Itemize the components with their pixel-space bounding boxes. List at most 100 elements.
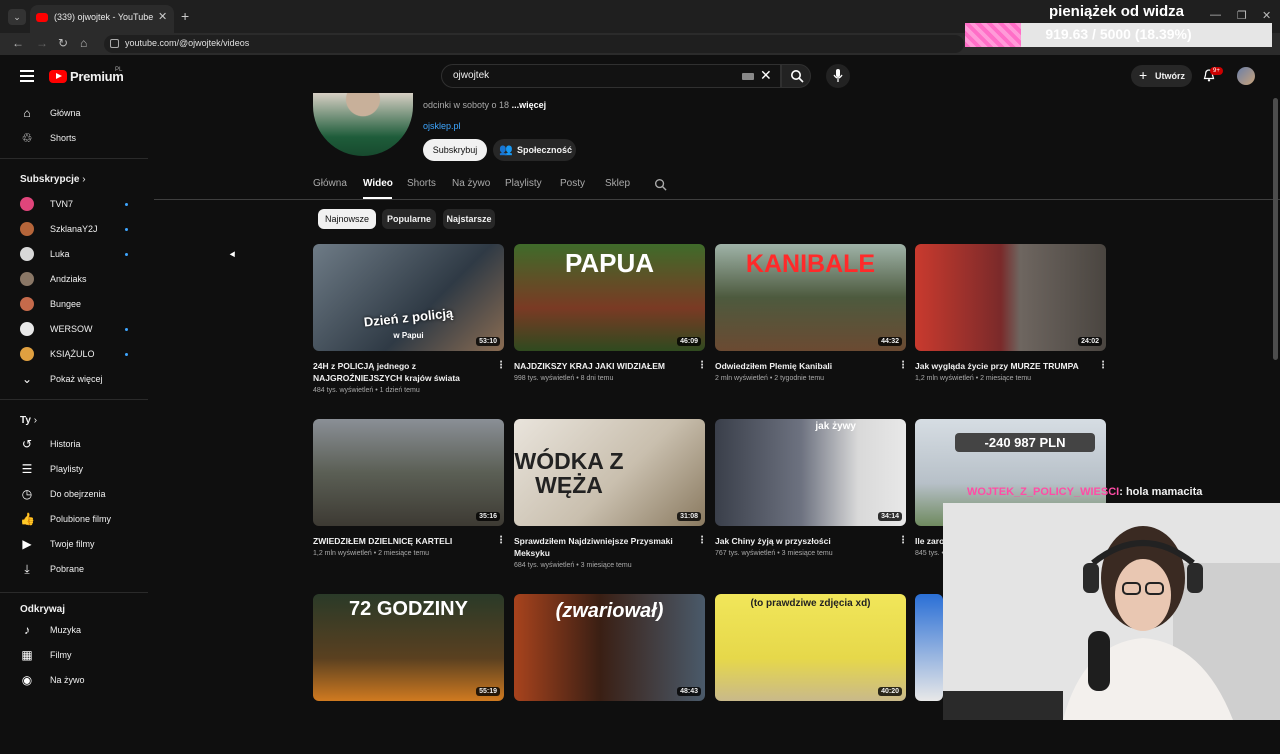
tab-search-icon[interactable]: ⌄ — [8, 9, 26, 25]
site-info-icon[interactable] — [110, 39, 119, 48]
video-thumbnail[interactable]: 72 GODZINY 55:19 — [313, 594, 504, 701]
filter-chip[interactable]: Popularne — [382, 209, 436, 229]
video-title[interactable]: NAJDZIKSZY KRAJ JAKI WIDZIAŁEM — [514, 360, 694, 372]
account-avatar[interactable] — [1237, 67, 1255, 85]
show-more-button[interactable]: ⌄ Pokaż więcej — [20, 370, 140, 390]
channel-tab[interactable]: Playlisty — [505, 178, 542, 189]
voice-search-button[interactable] — [826, 64, 850, 88]
new-tab-icon[interactable]: + — [181, 8, 189, 24]
video-thumbnail[interactable]: (zwariował) 48:43 — [514, 594, 705, 701]
video-thumbnail[interactable]: KANIBALE 44:32 — [715, 244, 906, 351]
home-button-icon[interactable]: ⌂ — [80, 36, 87, 50]
video-card[interactable]: (zwariował) 48:43 — [514, 594, 709, 754]
search-input[interactable]: ojwojtek ✕ — [441, 64, 781, 88]
reload-icon[interactable]: ↻ — [58, 36, 68, 50]
video-title[interactable]: 24H z POLICJĄ jednego z NAJGROŹNIEJSZYCH… — [313, 360, 493, 384]
page-scrollbar[interactable] — [1273, 98, 1278, 360]
omnibox[interactable]: youtube.com/@ojwojtek/videos — [104, 35, 964, 53]
sidebar-item-explore-1[interactable]: ▦ Filmy — [20, 646, 140, 666]
video-more-icon[interactable]: ⋮ — [496, 360, 506, 371]
channel-link[interactable]: ojsklep.pl — [423, 121, 461, 131]
sidebar-item-you-1[interactable]: ☰ Playlisty — [20, 460, 140, 480]
more-link[interactable]: ...więcej — [512, 100, 547, 110]
video-more-icon[interactable]: ⋮ — [898, 535, 908, 546]
sidebar-item-explore-0[interactable]: ♪ Muzyka — [20, 621, 140, 641]
channel-search-icon[interactable] — [654, 178, 667, 191]
minimize-icon[interactable]: — — [1210, 9, 1221, 21]
video-card[interactable]: 35:16 ZWIEDZIŁEM DZIELNICĘ KARTELI ⋮ 1,2 ml… — [313, 419, 508, 579]
video-more-icon[interactable]: ⋮ — [898, 360, 908, 371]
subscription-item[interactable]: KSIĄŻULO — [20, 345, 140, 365]
channel-tab[interactable]: Główna — [313, 178, 347, 189]
subscribe-button[interactable]: Subskrybuj — [423, 139, 487, 161]
video-thumbnail[interactable]: 24:02 — [915, 244, 1106, 351]
channel-tab[interactable]: Wideo — [363, 178, 393, 189]
shorts-icon: ♲ — [21, 131, 33, 145]
subscription-item[interactable]: WERSOW — [20, 320, 140, 340]
community-button[interactable]: 👥 Społeczność — [493, 139, 576, 161]
video-title[interactable]: Sprawdziłem Najdziwniejsze Przysmaki Mek… — [514, 535, 694, 559]
subscriptions-heading[interactable]: Subskrypcje › — [20, 174, 86, 185]
search-button[interactable] — [781, 64, 811, 88]
channel-tab[interactable]: Shorts — [407, 178, 436, 189]
keyboard-icon[interactable] — [742, 73, 754, 80]
video-title[interactable]: Jak wygląda życie przy MURZE TRUMPA — [915, 360, 1095, 372]
filter-chip[interactable]: Najstarsze — [443, 209, 495, 229]
channel-tab[interactable]: Posty — [560, 178, 585, 189]
video-card[interactable]: 72 GODZINY 55:19 — [313, 594, 508, 754]
video-thumbnail[interactable]: WÓDKA Z WĘŻA 31:08 — [514, 419, 705, 526]
filter-chip[interactable]: Najnowsze — [318, 209, 376, 229]
subscription-item[interactable]: TVN7 — [20, 195, 140, 215]
video-card[interactable]: 24:02 Jak wygląda życie przy MURZE TRUMPA… — [915, 244, 1110, 404]
channel-description[interactable]: odcinki w soboty o 18 ...więcej — [423, 100, 546, 110]
video-thumbnail[interactable] — [915, 594, 943, 701]
forward-icon[interactable]: → — [36, 36, 48, 50]
channel-tab[interactable]: Na żywo — [452, 178, 490, 189]
menu-icon[interactable] — [20, 70, 34, 85]
sidebar-item-explore-2[interactable]: ◉ Na żywo — [20, 671, 140, 691]
subscription-item[interactable]: Bungee — [20, 295, 140, 315]
sidebar-item-you-2[interactable]: ◷ Do obejrzenia — [20, 485, 140, 505]
subscription-item[interactable]: SzklanaY2J — [20, 220, 140, 240]
subscription-item[interactable]: Luka — [20, 245, 140, 265]
video-title[interactable]: ZWIEDZIŁEM DZIELNICĘ KARTELI — [313, 535, 493, 547]
thumbnail-text: PAPUA — [564, 248, 655, 278]
video-thumbnail[interactable]: (to prawdziwe zdjęcia xd) 40:20 — [715, 594, 906, 701]
browser-tab[interactable]: (339) ojwojtek - YouTube ✕ — [30, 5, 174, 33]
video-more-icon[interactable]: ⋮ — [697, 360, 707, 371]
subscription-item[interactable]: Andziaks — [20, 270, 140, 290]
sidebar-item-you-0[interactable]: ↺ Historia — [20, 435, 140, 455]
video-title[interactable]: Jak Chiny żyją w przyszłości — [715, 535, 895, 547]
video-title[interactable]: Odwiedziłem Plemię Kanibali — [715, 360, 895, 372]
subscription-name: Luka — [50, 249, 70, 259]
channel-avatar[interactable] — [313, 93, 413, 156]
sidebar-item-main-1[interactable]: ♲ Shorts — [20, 129, 140, 149]
channel-avatar-icon — [20, 347, 34, 361]
create-button[interactable]: + Utwórz — [1131, 65, 1192, 87]
video-card[interactable]: Dzień z policją w Papui 53:10 24H z POLICJĄ… — [313, 244, 508, 404]
sidebar-item-you-5[interactable]: ⤓ Pobrane — [20, 560, 140, 580]
maximize-icon[interactable]: ❐ — [1237, 9, 1247, 22]
video-thumbnail[interactable]: Dzień z policją w Papui 53:10 — [313, 244, 504, 351]
back-icon[interactable]: ← — [12, 36, 24, 50]
sidebar-item-you-4[interactable]: ▶ Twoje filmy — [20, 535, 140, 555]
channel-tab[interactable]: Sklep — [605, 178, 630, 189]
video-card[interactable]: WÓDKA Z WĘŻA 31:08 Sprawdziłem Najdziwniej… — [514, 419, 709, 579]
video-more-icon[interactable]: ⋮ — [697, 535, 707, 546]
close-window-icon[interactable]: ✕ — [1262, 9, 1271, 22]
video-more-icon[interactable]: ⋮ — [1098, 360, 1108, 371]
sidebar-item-main-0[interactable]: ⌂ Główna — [20, 104, 140, 124]
video-card[interactable]: KANIBALE 44:32 Odwiedziłem Plemię Kanibali… — [715, 244, 910, 404]
video-card[interactable]: (to prawdziwe zdjęcia xd) 40:20 — [715, 594, 910, 754]
video-thumbnail[interactable]: 35:16 — [313, 419, 504, 526]
video-card[interactable]: jak żywy 34:14 Jak Chiny żyją w przyszłośc… — [715, 419, 910, 579]
video-views: 767 tys. wyświetleń — [715, 550, 776, 557]
you-heading[interactable]: Ty › — [20, 415, 37, 426]
video-more-icon[interactable]: ⋮ — [496, 535, 506, 546]
video-card[interactable]: PAPUA 46:09 NAJDZIKSZY KRAJ JAKI WIDZIAŁEM… — [514, 244, 709, 404]
video-thumbnail[interactable]: jak żywy 34:14 — [715, 419, 906, 526]
clear-search-icon[interactable]: ✕ — [760, 67, 772, 84]
video-thumbnail[interactable]: PAPUA 46:09 — [514, 244, 705, 351]
tab-close-icon[interactable]: ✕ — [158, 10, 167, 23]
sidebar-item-you-3[interactable]: 👍 Polubione filmy — [20, 510, 140, 530]
